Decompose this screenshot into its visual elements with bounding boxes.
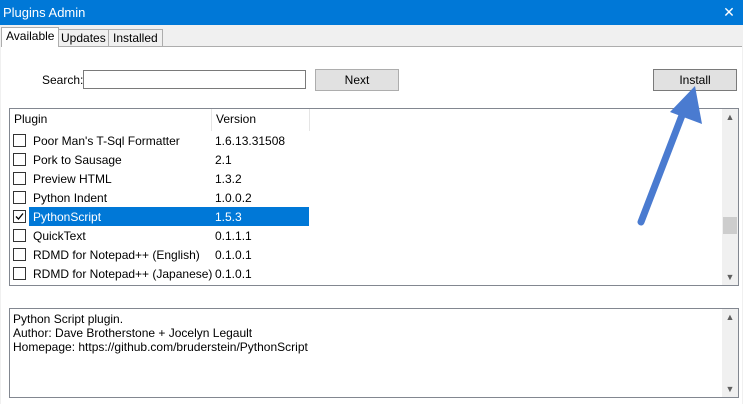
plugin-row[interactable]: Poor Man's T-Sql Formatter 1.6.13.31508	[10, 131, 722, 150]
plugin-version: 1.3.2	[215, 172, 242, 186]
plugin-version: 2.1	[215, 153, 232, 167]
plugin-name: QuickText	[33, 229, 86, 243]
window-title: Plugins Admin	[3, 5, 86, 20]
plugin-row-selected[interactable]: PythonScript 1.5.3	[10, 207, 722, 226]
plugin-checkbox[interactable]	[13, 267, 26, 280]
plugin-name: RDMD for Notepad++ (Japanese)	[33, 267, 213, 281]
scroll-up-arrow-icon[interactable]: ▲	[722, 309, 738, 325]
plugin-name: RDMD for Notepad++ (English)	[33, 248, 200, 262]
search-label: Search:	[42, 73, 84, 87]
plugin-name: PythonScript	[33, 210, 102, 224]
plugin-checkbox[interactable]	[13, 191, 26, 204]
plugin-checkbox[interactable]	[13, 229, 26, 242]
list-header: Plugin Version	[10, 109, 722, 131]
scroll-down-arrow-icon[interactable]: ▼	[722, 269, 738, 285]
close-icon[interactable]: ✕	[715, 0, 743, 25]
plugin-row[interactable]: Preview HTML 1.3.2	[10, 169, 722, 188]
plugin-version: 1.5.3	[215, 210, 242, 224]
plugin-row[interactable]: Python Indent 1.0.0.2	[10, 188, 722, 207]
scroll-down-arrow-icon[interactable]: ▼	[722, 381, 738, 397]
column-header-version[interactable]: Version	[212, 109, 310, 131]
plugin-version: 0.1.1.1	[215, 229, 252, 243]
tab-installed[interactable]: Installed	[108, 29, 163, 46]
description-line: Author: Dave Brotherstone + Jocelyn Lega…	[13, 326, 253, 340]
tab-updates[interactable]: Updates	[56, 29, 111, 46]
plugin-name: Python Indent	[33, 191, 108, 205]
title-bar: Plugins Admin ✕	[0, 0, 743, 25]
plugin-name: Preview HTML	[33, 172, 112, 186]
plugin-checkbox[interactable]	[13, 172, 26, 185]
checkmark-icon	[15, 213, 24, 220]
description-scrollbar[interactable]: ▲ ▼	[722, 309, 738, 397]
description-line: Python Script plugin.	[13, 312, 124, 326]
plugin-row[interactable]: RDMD for Notepad++ (Japanese) 0.1.0.1	[10, 264, 722, 283]
plugin-version: 1.0.0.2	[215, 191, 252, 205]
plugin-checkbox[interactable]	[13, 134, 26, 147]
plugin-row[interactable]: RDMD for Notepad++ (English) 0.1.0.1	[10, 245, 722, 264]
plugin-version: 0.1.0.1	[215, 267, 252, 281]
plugin-name: Pork to Sausage	[33, 153, 122, 167]
column-header-plugin[interactable]: Plugin	[10, 109, 212, 131]
plugin-checkbox[interactable]	[13, 153, 26, 166]
plugin-name: Poor Man's T-Sql Formatter	[33, 134, 180, 148]
list-scrollbar[interactable]: ▲ ▼	[722, 109, 738, 285]
tab-strip: Available Updates Installed	[0, 27, 743, 47]
plugin-checkbox[interactable]	[13, 248, 26, 261]
scrollbar-thumb[interactable]	[723, 217, 737, 234]
plugin-checkbox-checked[interactable]	[13, 210, 26, 223]
search-input[interactable]	[83, 70, 306, 89]
plugin-row[interactable]: QuickText 0.1.1.1	[10, 226, 722, 245]
next-button[interactable]: Next	[315, 69, 399, 91]
tab-available[interactable]: Available	[1, 27, 60, 47]
plugin-row[interactable]: Pork to Sausage 2.1	[10, 150, 722, 169]
description-box[interactable]: Python Script plugin. Author: Dave Broth…	[9, 308, 739, 398]
install-button[interactable]: Install	[653, 69, 737, 91]
plugin-version: 1.6.13.31508	[215, 134, 286, 148]
description-line: Homepage: https://github.com/bruderstein…	[13, 340, 308, 354]
plugin-list[interactable]: Plugin Version Poor Man's T-Sql Formatte…	[9, 108, 739, 286]
scroll-up-arrow-icon[interactable]: ▲	[722, 109, 738, 125]
plugin-version: 0.1.0.1	[215, 248, 252, 262]
